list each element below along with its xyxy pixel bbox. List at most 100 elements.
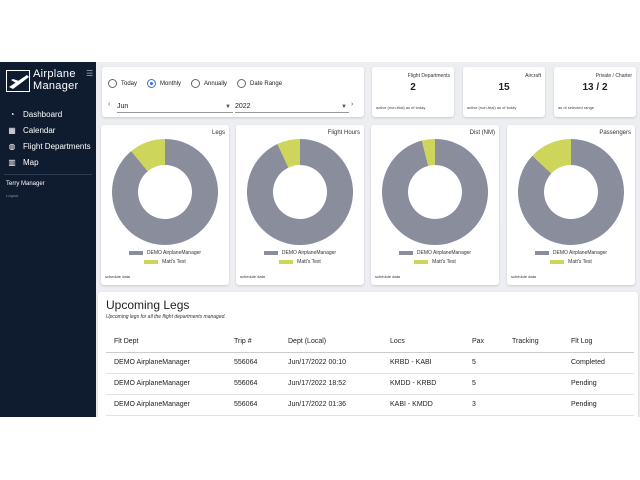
period-selectors: ‹ Jun ▼ 2022 ▼ ›: [108, 101, 358, 115]
legend-label: DEMO AirplaneManager: [146, 249, 202, 256]
sidebar-item-label: Flight Departments: [23, 141, 91, 151]
app-logo[interactable]: Airplane Manager: [6, 68, 92, 98]
legend-item[interactable]: DEMO AirplaneManager: [236, 248, 364, 257]
chart-card: Legs DEMO AirplaneManager Matt's Test sched…: [101, 125, 229, 285]
month-select[interactable]: Jun ▼: [117, 101, 233, 113]
column-header[interactable]: Trip #: [234, 338, 252, 345]
legend-swatch: [414, 259, 429, 264]
table-cell: 5: [472, 359, 476, 366]
radio-date-range-label: Date Range: [250, 80, 283, 87]
legend-item[interactable]: DEMO AirplaneManager: [101, 248, 229, 257]
column-header[interactable]: Tracking: [512, 338, 539, 345]
table-cell: KMDD - KRBD: [390, 380, 437, 387]
column-header[interactable]: Pax: [472, 338, 484, 345]
column-header[interactable]: Flt Log: [571, 338, 592, 345]
year-select-value: 2022: [235, 103, 251, 110]
legend-label: Matt's Test: [297, 258, 321, 265]
chart-title: Passengers: [599, 130, 631, 136]
table-cell: 5: [472, 380, 476, 387]
radio-date-range[interactable]: [237, 79, 247, 88]
calendar-icon: ▦: [8, 125, 16, 135]
legend-swatch: [550, 259, 565, 264]
chevron-right-icon[interactable]: ›: [351, 101, 353, 108]
chevron-left-icon[interactable]: ‹: [108, 101, 110, 108]
legend-label: Matt's Test: [432, 258, 456, 265]
stat-note: active (non-trial) as of today: [467, 105, 517, 110]
sidebar-item-label: Map: [23, 157, 39, 167]
stat-flight-departments: Flight Departments 2 active (non-trial) …: [372, 67, 454, 117]
stat-aircraft: Aircraft 15 active (non-trial) as of tod…: [463, 67, 545, 117]
legend-item[interactable]: DEMO AirplaneManager: [371, 248, 499, 257]
donut-chart: [382, 139, 488, 245]
caret-down-icon: ▼: [341, 104, 347, 110]
chart-card: Dist (NM) DEMO AirplaneManager Matt's Test…: [371, 125, 499, 285]
stat-title: Aircraft: [525, 73, 541, 79]
table-row[interactable]: DEMO AirplaneManager 556064 Jun/17/2022 00…: [106, 353, 634, 374]
sidebar: Airplane Manager ☰ ◔ Dashboard ▦ Calenda…: [0, 62, 96, 417]
year-select[interactable]: 2022 ▼: [235, 101, 349, 113]
radio-today[interactable]: [108, 79, 117, 88]
legend-swatch: [128, 250, 143, 255]
legend-item[interactable]: Matt's Test: [101, 257, 229, 266]
chart-note: schedule data: [375, 274, 400, 279]
legend-swatch: [263, 250, 278, 255]
upcoming-legs-panel: Upcoming Legs Upcoming legs for all the …: [98, 292, 638, 417]
sidebar-item-calendar[interactable]: ▦ Calendar: [0, 122, 96, 138]
table-cell: 556064: [234, 359, 258, 366]
donut-chart: [112, 139, 219, 245]
table-cell: KRBD - KABI: [390, 359, 432, 366]
column-header[interactable]: Dept (Local): [288, 338, 326, 345]
slice-demo-airplanemanager[interactable]: [112, 139, 219, 245]
sidebar-item-label: Calendar: [23, 125, 56, 135]
sidebar-nav: ◔ Dashboard ▦ Calendar ◍ Flight Departme…: [0, 106, 96, 170]
app-title: Airplane Manager: [33, 68, 79, 92]
stat-value: 2: [410, 82, 416, 93]
app-title-line2: Manager: [33, 80, 79, 92]
airplane-logo-icon: [6, 70, 30, 92]
column-header[interactable]: Flt Dept: [114, 338, 139, 345]
table-cell: KABI - KMDD: [390, 401, 433, 408]
donut-chart: [518, 139, 624, 245]
user-name: Terry Manager: [6, 181, 45, 187]
column-header[interactable]: Locs: [390, 338, 405, 345]
chart-note: schedule data: [240, 274, 265, 279]
table-row[interactable]: DEMO AirplaneManager 556064 Jun/17/2022 18…: [106, 374, 634, 395]
chart-legend: DEMO AirplaneManager Matt's Test: [371, 248, 499, 266]
sidebar-item-map[interactable]: ▥ Map: [0, 154, 96, 170]
caret-down-icon: ▼: [225, 104, 231, 110]
radio-annually-label: Annually: [204, 80, 228, 87]
table-row[interactable]: DEMO AirplaneManager 556064 Jun/17/2022 01…: [106, 395, 634, 416]
sidebar-divider: [4, 174, 92, 175]
sidebar-item-dashboard[interactable]: ◔ Dashboard: [0, 106, 96, 122]
table-cell: 556064: [234, 380, 258, 387]
chart-title: Dist (NM): [469, 130, 495, 136]
table-cell: Jun/17/2022 00:10: [288, 359, 346, 366]
map-icon: ▥: [8, 157, 16, 167]
legend-swatch: [398, 250, 413, 255]
sidebar-item-flight-departments[interactable]: ◍ Flight Departments: [0, 138, 96, 154]
chart-card: Passengers DEMO AirplaneManager Matt's Tes…: [507, 125, 635, 285]
logout-link[interactable]: Logout: [6, 193, 18, 198]
radio-monthly[interactable]: [147, 79, 157, 88]
hamburger-icon[interactable]: ☰: [86, 69, 93, 78]
period-radio-group: Today Monthly Annually Date Range: [108, 79, 292, 88]
table-cell: Pending: [571, 401, 597, 408]
stat-note: active (non-trial) as of today: [376, 105, 426, 110]
legend-item[interactable]: Matt's Test: [371, 257, 499, 266]
stat-value: 15: [498, 82, 510, 93]
stat-title: Flight Departments: [407, 73, 450, 79]
legend-label: DEMO AirplaneManager: [281, 249, 337, 256]
chart-title: Legs: [211, 130, 225, 136]
legend-item[interactable]: DEMO AirplaneManager: [507, 248, 635, 257]
chart-legend: DEMO AirplaneManager Matt's Test: [236, 248, 364, 266]
radio-monthly-label: Monthly: [160, 80, 182, 87]
chart-legend: DEMO AirplaneManager Matt's Test: [101, 248, 229, 266]
upcoming-legs-table: Flt Dept Trip # Dept (Local) Locs Pax Trackin…: [106, 332, 634, 416]
stat-private-charter: Private / Charter 13 / 2 as of selected …: [554, 67, 636, 117]
sidebar-item-label: Dashboard: [23, 109, 63, 119]
legend-item[interactable]: Matt's Test: [507, 257, 635, 266]
app-title-line1: Airplane: [33, 68, 76, 80]
radio-annually[interactable]: [191, 79, 201, 88]
legend-swatch: [144, 259, 159, 264]
legend-item[interactable]: Matt's Test: [236, 257, 364, 266]
